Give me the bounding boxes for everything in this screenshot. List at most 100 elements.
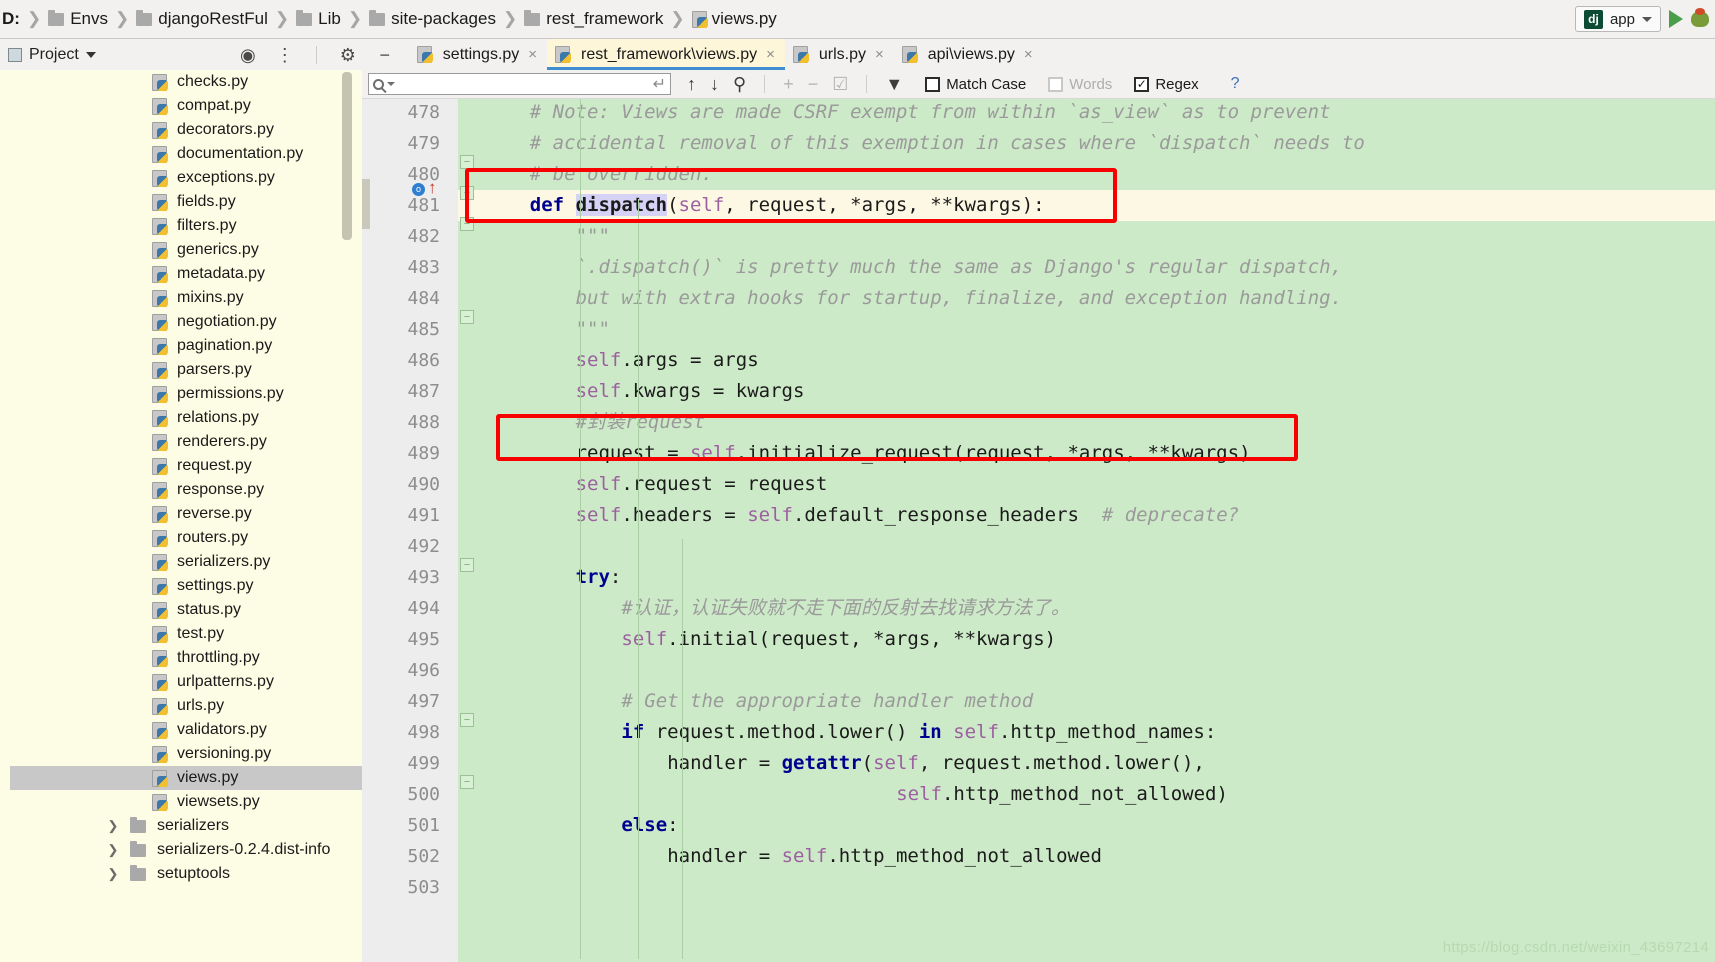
breakpoint-icon[interactable]: o xyxy=(412,183,425,196)
code-line[interactable]: self.headers = self.default_response_hea… xyxy=(576,500,1240,531)
breadcrumb-item-d-[interactable]: D: xyxy=(2,9,20,29)
code-editor[interactable]: 478 # Note: Views are made CSRF exempt fr… xyxy=(362,99,1715,962)
code-line[interactable]: #认证，认证失败就不走下面的反射去找请求方法了。 xyxy=(621,593,1069,624)
tree-item-filters-py[interactable]: filters.py xyxy=(0,214,394,238)
code-line[interactable]: if request.method.lower() in self.http_m… xyxy=(621,717,1216,748)
code-line[interactable]: but with extra hooks for startup, finali… xyxy=(576,283,1342,314)
tree-item-setuptools[interactable]: ❯ setuptools xyxy=(0,862,394,886)
tree-item-pagination-py[interactable]: pagination.py xyxy=(0,334,394,358)
tree-item-test-py[interactable]: test.py xyxy=(0,622,394,646)
project-file-tree[interactable]: checks.py compat.py decorators.py documenta… xyxy=(0,70,394,962)
code-line[interactable]: # be overridden. xyxy=(530,159,713,190)
tree-item-mixins-py[interactable]: mixins.py xyxy=(0,286,394,310)
arrow-down-icon[interactable]: ↓ xyxy=(710,74,719,95)
tree-item-urls-py[interactable]: urls.py xyxy=(0,694,394,718)
fold-marker[interactable]: − xyxy=(460,217,474,231)
breadcrumb-item-djangorestful[interactable]: djangoRestFul xyxy=(136,9,268,29)
code-line[interactable]: `.dispatch()` is pretty much the same as… xyxy=(576,252,1342,283)
breadcrumb-item-envs[interactable]: Envs xyxy=(48,9,108,29)
tree-item-relations-py[interactable]: relations.py xyxy=(0,406,394,430)
tree-item-serializers-py[interactable]: serializers.py xyxy=(0,550,394,574)
chevron-right-icon[interactable]: ❯ xyxy=(104,866,122,882)
tree-item-renderers-py[interactable]: renderers.py xyxy=(0,430,394,454)
debug-bug-icon[interactable] xyxy=(1691,8,1709,27)
breadcrumb-item-views-py[interactable]: views.py xyxy=(691,9,777,29)
tree-item-documentation-py[interactable]: documentation.py xyxy=(0,142,394,166)
code-line[interactable]: #封装request xyxy=(576,407,706,438)
editor-tab-urls-py[interactable]: urls.py × xyxy=(785,39,894,70)
tree-item-views-py[interactable]: views.py xyxy=(0,766,394,790)
fold-marker[interactable]: − xyxy=(460,558,474,572)
tree-item-settings-py[interactable]: settings.py xyxy=(0,574,394,598)
close-icon[interactable]: × xyxy=(1024,46,1033,63)
tree-item-versioning-py[interactable]: versioning.py xyxy=(0,742,394,766)
code-line[interactable]: def dispatch(self, request, *args, **kwa… xyxy=(530,190,1045,221)
hide-minus-icon[interactable]: − xyxy=(375,46,395,64)
tree-item-generics-py[interactable]: generics.py xyxy=(0,238,394,262)
tree-item-validators-py[interactable]: validators.py xyxy=(0,718,394,742)
code-line[interactable]: try: xyxy=(576,562,622,593)
caret-down-icon[interactable] xyxy=(387,82,395,86)
tree-item-permissions-py[interactable]: permissions.py xyxy=(0,382,394,406)
tree-item-fields-py[interactable]: fields.py xyxy=(0,190,394,214)
match-case-checkbox[interactable]: Match Case xyxy=(925,76,1026,93)
editor-tab-rest-framework-views-py[interactable]: rest_framework\views.py × xyxy=(547,39,785,70)
tree-item-serializers-0-2-4-dist-info[interactable]: ❯ serializers-0.2.4.dist-info xyxy=(0,838,394,862)
fold-marker[interactable]: − xyxy=(460,186,474,200)
code-line[interactable]: # accidental removal of this exemption i… xyxy=(530,128,1365,159)
project-panel-button[interactable]: Project xyxy=(0,46,96,64)
tree-item-negotiation-py[interactable]: negotiation.py xyxy=(0,310,394,334)
collapse-all-icon[interactable]: ⋮ xyxy=(275,46,295,64)
tree-item-urlpatterns-py[interactable]: urlpatterns.py xyxy=(0,670,394,694)
run-triangle-icon[interactable] xyxy=(1669,10,1683,28)
fold-marker[interactable]: − xyxy=(460,310,474,324)
locate-target-icon[interactable]: ◉ xyxy=(238,46,258,64)
code-line[interactable]: request = self.initialize_request(reques… xyxy=(576,438,1251,469)
close-icon[interactable]: × xyxy=(766,46,775,63)
code-line[interactable]: handler = self.http_method_not_allowed xyxy=(667,841,1102,872)
close-icon[interactable]: × xyxy=(528,46,537,63)
close-icon[interactable]: × xyxy=(875,46,884,63)
arrow-up-icon[interactable]: ↑ xyxy=(687,74,696,95)
code-line[interactable]: self.initial(request, *args, **kwargs) xyxy=(621,624,1056,655)
words-checkbox[interactable]: Words xyxy=(1048,76,1112,93)
chevron-right-icon[interactable]: ❯ xyxy=(104,842,122,858)
tree-item-checks-py[interactable]: checks.py xyxy=(0,70,394,94)
tree-item-request-py[interactable]: request.py xyxy=(0,454,394,478)
tree-item-throttling-py[interactable]: throttling.py xyxy=(0,646,394,670)
code-line[interactable]: self.http_method_not_allowed) xyxy=(896,779,1228,810)
filter-funnel-icon[interactable]: ▼ xyxy=(885,74,903,95)
tree-item-compat-py[interactable]: compat.py xyxy=(0,94,394,118)
tree-item-response-py[interactable]: response.py xyxy=(0,478,394,502)
code-line[interactable]: # Note: Views are made CSRF exempt from … xyxy=(530,99,1331,128)
help-icon[interactable]: ? xyxy=(1231,75,1240,93)
tree-item-parsers-py[interactable]: parsers.py xyxy=(0,358,394,382)
editor-tab-api-views-py[interactable]: api\views.py × xyxy=(894,39,1043,70)
regex-checkbox[interactable]: ✓ Regex xyxy=(1134,76,1199,93)
fold-marker[interactable]: − xyxy=(460,155,474,169)
breadcrumb-item-rest-framework[interactable]: rest_framework xyxy=(524,9,663,29)
settings-gear-icon[interactable]: ⚙ xyxy=(338,46,358,64)
sidebar-scrollbar[interactable] xyxy=(342,72,352,240)
code-line[interactable]: # Get the appropriate handler method xyxy=(621,686,1033,717)
code-line[interactable]: handler = getattr(self, request.method.l… xyxy=(667,748,1205,779)
breadcrumb-item-site-packages[interactable]: site-packages xyxy=(369,9,496,29)
tree-item-routers-py[interactable]: routers.py xyxy=(0,526,394,550)
fold-marker[interactable]: − xyxy=(460,713,474,727)
tree-item-decorators-py[interactable]: decorators.py xyxy=(0,118,394,142)
breadcrumb-item-lib[interactable]: Lib xyxy=(296,9,341,29)
code-line[interactable]: else: xyxy=(621,810,678,841)
tree-item-metadata-py[interactable]: metadata.py xyxy=(0,262,394,286)
tree-item-serializers[interactable]: ❯ serializers xyxy=(0,814,394,838)
code-line[interactable]: self.request = request xyxy=(576,469,828,500)
return-arrow-icon[interactable]: ↵ xyxy=(653,74,666,94)
select-all-occurrences-icon[interactable]: ⚲ xyxy=(733,74,746,95)
code-line[interactable]: self.kwargs = kwargs xyxy=(576,376,805,407)
fold-marker[interactable]: − xyxy=(460,775,474,789)
tree-item-status-py[interactable]: status.py xyxy=(0,598,394,622)
chevron-right-icon[interactable]: ❯ xyxy=(104,818,122,834)
tree-item-exceptions-py[interactable]: exceptions.py xyxy=(0,166,394,190)
method-override-arrow-icon[interactable]: ↑ xyxy=(428,179,437,196)
run-configuration-selector[interactable]: dj app xyxy=(1574,6,1661,32)
tree-item-viewsets-py[interactable]: viewsets.py xyxy=(0,790,394,814)
